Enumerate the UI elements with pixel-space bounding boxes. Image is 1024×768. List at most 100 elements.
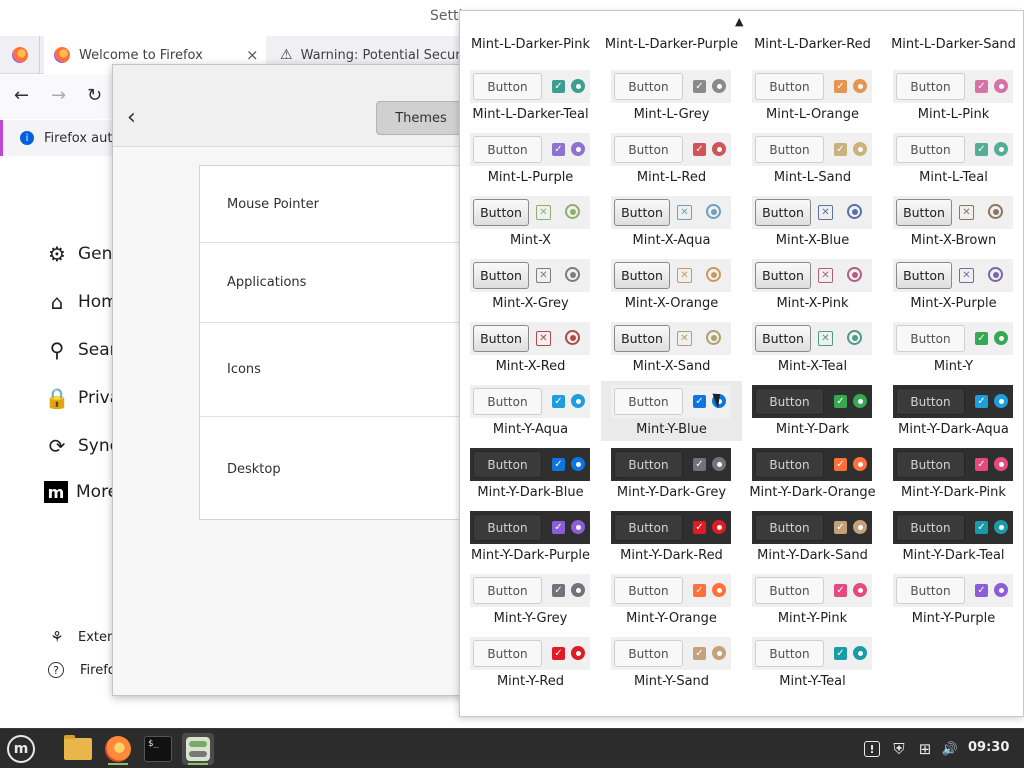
tab-pinned[interactable]: [4, 36, 40, 74]
theme-preview: Button ✕: [611, 322, 731, 355]
preview-button: Button: [755, 325, 811, 352]
theme-name: Mint-Y-Red: [496, 674, 565, 689]
theme-option-mint-x-blue[interactable]: Button ✕ Mint-X-Blue: [742, 192, 883, 255]
theme-option-mint-x-sand[interactable]: Button ✕ Mint-X-Sand: [601, 318, 742, 381]
theme-option-mint-y-dark-sand[interactable]: Button ✓ Mint-Y-Dark-Sand: [742, 507, 883, 570]
checkbox-icon: ✕: [959, 205, 974, 220]
theme-option-mint-l-grey[interactable]: Button ✓ Mint-L-Grey: [601, 66, 742, 129]
theme-option-mint-y-orange[interactable]: Button ✓ Mint-Y-Orange: [601, 570, 742, 633]
row-mouse-pointer[interactable]: Mouse Pointer: [200, 166, 478, 243]
theme-option-mint-x-brown[interactable]: Button ✕ Mint-X-Brown: [883, 192, 1023, 255]
theme-option-mint-y-purple[interactable]: Button ✓ Mint-Y-Purple: [883, 570, 1023, 633]
back-arrow-icon[interactable]: ←: [14, 85, 29, 106]
tab-themes[interactable]: Themes: [376, 101, 466, 135]
checkbox-icon: ✕: [818, 268, 833, 283]
theme-option-mint-y-dark[interactable]: Button ✓ Mint-Y-Dark: [742, 381, 883, 444]
theme-option-mint-l-darker-red[interactable]: Mint-L-Darker-Red: [742, 11, 883, 59]
theme-preview: Button ✓: [893, 511, 1013, 544]
theme-option-mint-x-grey[interactable]: Button ✕ Mint-X-Grey: [460, 255, 601, 318]
sidebar-item-firefox-support[interactable]: ? Firefo: [44, 662, 114, 678]
forward-arrow-icon[interactable]: →: [51, 85, 66, 106]
sidebar-item-search[interactable]: ⚲ Sear: [44, 337, 114, 363]
back-button[interactable]: ‹: [127, 105, 136, 130]
notification-icon[interactable]: !: [864, 741, 880, 757]
radio-icon: [847, 204, 862, 219]
theme-option-mint-y-teal[interactable]: Button ✓ Mint-Y-Teal: [742, 633, 883, 696]
theme-option-mint-y-dark-aqua[interactable]: Button ✓ Mint-Y-Dark-Aqua: [883, 381, 1023, 444]
volume-icon[interactable]: 🔊: [940, 739, 960, 759]
reload-icon[interactable]: ↻: [87, 85, 102, 106]
menu-icon[interactable]: m: [4, 732, 38, 766]
theme-option-mint-l-sand[interactable]: Button ✓ Mint-L-Sand: [742, 129, 883, 192]
preview-button: Button: [896, 73, 965, 100]
sidebar-item-sync[interactable]: ⟳ Sync: [44, 433, 114, 459]
theme-option-mint-x-orange[interactable]: Button ✕ Mint-X-Orange: [601, 255, 742, 318]
theme-option-mint-l-red[interactable]: Button ✓ Mint-L-Red: [601, 129, 742, 192]
preview-button: Button: [614, 262, 670, 289]
row-applications[interactable]: Applications: [200, 243, 478, 323]
shield-icon[interactable]: ⛨: [889, 739, 909, 759]
theme-preview: Button ✕: [611, 259, 731, 292]
sidebar-item-privacy[interactable]: 🔒 Priva: [44, 385, 114, 411]
theme-option-mint-x-red[interactable]: Button ✕ Mint-X-Red: [460, 318, 601, 381]
preview-button: Button: [473, 325, 529, 352]
checkbox-icon: ✓: [552, 143, 565, 156]
theme-option-mint-y-dark-blue[interactable]: Button ✓ Mint-Y-Dark-Blue: [460, 444, 601, 507]
close-icon[interactable]: ×: [246, 46, 259, 64]
theme-option-mint-y-dark-purple[interactable]: Button ✓ Mint-Y-Dark-Purple: [460, 507, 601, 570]
sidebar-item-more[interactable]: m More: [44, 481, 114, 503]
theme-option-mint-x-purple[interactable]: Button ✕ Mint-X-Purple: [883, 255, 1023, 318]
theme-option-mint-y-grey[interactable]: Button ✓ Mint-Y-Grey: [460, 570, 601, 633]
themes-app-icon[interactable]: [182, 733, 214, 765]
sidebar-item-general[interactable]: ⚙ Gene: [44, 241, 114, 267]
theme-option-mint-l-orange[interactable]: Button ✓ Mint-L-Orange: [742, 66, 883, 129]
theme-option-mint-l-darker-purple[interactable]: Mint-L-Darker-Purple: [601, 11, 742, 59]
theme-preview: Button ✓: [752, 70, 872, 103]
theme-option-mint-l-darker-pink[interactable]: Mint-L-Darker-Pink: [460, 11, 601, 59]
terminal-icon[interactable]: $_: [142, 733, 174, 765]
theme-option-mint-y-dark-orange[interactable]: Button ✓ Mint-Y-Dark-Orange: [742, 444, 883, 507]
checkbox-icon: ✓: [975, 395, 988, 408]
clock[interactable]: 09:30: [968, 740, 1009, 755]
preview-button: Button: [473, 577, 542, 604]
preview-button: Button: [473, 388, 542, 415]
theme-option-mint-l-pink[interactable]: Button ✓ Mint-L-Pink: [883, 66, 1023, 129]
preview-button: Button: [896, 199, 952, 226]
sidebar-item-label: Sync: [78, 436, 114, 456]
theme-option-mint-y-blue[interactable]: Button ✓ Mint-Y-Blue: [601, 381, 742, 441]
row-desktop[interactable]: Desktop: [200, 417, 478, 521]
theme-option-mint-y-sand[interactable]: Button ✓ Mint-Y-Sand: [601, 633, 742, 696]
sidebar-item-extensions[interactable]: ⚘ Exten: [44, 624, 114, 650]
notification-text: Firefox auto: [44, 130, 120, 146]
theme-option-mint-y-red[interactable]: Button ✓ Mint-Y-Red: [460, 633, 601, 696]
sidebar-item-home[interactable]: ⌂ Hom: [44, 289, 114, 315]
theme-name: Mint-Y-Grey: [493, 611, 568, 626]
row-icons[interactable]: Icons: [200, 323, 478, 417]
theme-option-mint-y-dark-grey[interactable]: Button ✓ Mint-Y-Dark-Grey: [601, 444, 742, 507]
radio-icon: [706, 204, 721, 219]
theme-option-mint-x-teal[interactable]: Button ✕ Mint-X-Teal: [742, 318, 883, 381]
theme-option-mint-l-darker-sand[interactable]: Mint-L-Darker-Sand: [883, 11, 1023, 59]
theme-option-mint-y-dark-teal[interactable]: Button ✓ Mint-Y-Dark-Teal: [883, 507, 1023, 570]
theme-option-mint-l-purple[interactable]: Button ✓ Mint-L-Purple: [460, 129, 601, 192]
network-icon[interactable]: ⊞: [915, 739, 935, 759]
files-icon[interactable]: [62, 733, 94, 765]
theme-option-mint-l-teal[interactable]: Button ✓ Mint-L-Teal: [883, 129, 1023, 192]
theme-option-mint-x[interactable]: Button ✕ Mint-X: [460, 192, 601, 255]
theme-name: Mint-Y-Dark-Pink: [901, 485, 1006, 500]
firefox-icon[interactable]: [102, 733, 134, 765]
preview-button: Button: [755, 451, 824, 478]
sidebar-item-label: Firefo: [80, 662, 114, 678]
theme-option-mint-y[interactable]: Button ✓ Mint-Y: [883, 318, 1023, 381]
theme-option-mint-l-darker-teal[interactable]: Button ✓ Mint-L-Darker-Teal: [460, 66, 601, 129]
theme-option-mint-y-dark-red[interactable]: Button ✓ Mint-Y-Dark-Red: [601, 507, 742, 570]
theme-option-mint-x-aqua[interactable]: Button ✕ Mint-X-Aqua: [601, 192, 742, 255]
theme-option-mint-x-pink[interactable]: Button ✕ Mint-X-Pink: [742, 255, 883, 318]
preview-button: Button: [473, 514, 542, 541]
theme-option-mint-y-aqua[interactable]: Button ✓ Mint-Y-Aqua: [460, 381, 601, 444]
checkbox-icon: ✓: [975, 521, 988, 534]
theme-option-mint-y-dark-pink[interactable]: Button ✓ Mint-Y-Dark-Pink: [883, 444, 1023, 507]
warning-icon: ⚠: [280, 47, 293, 63]
theme-option-mint-y-pink[interactable]: Button ✓ Mint-Y-Pink: [742, 570, 883, 633]
checkbox-icon: ✓: [693, 584, 706, 597]
